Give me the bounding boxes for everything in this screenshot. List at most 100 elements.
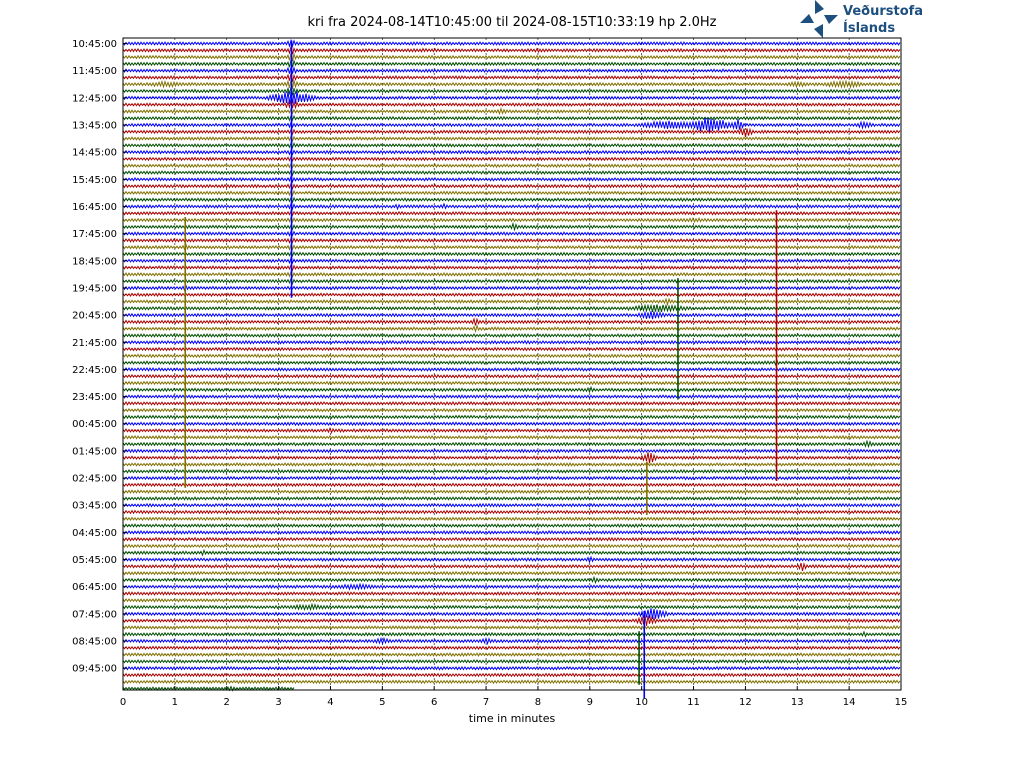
trace-row (122, 658, 901, 664)
chart-title: kri fra 2024-08-14T10:45:00 til 2024-08-… (307, 15, 716, 30)
trace-row (122, 182, 901, 191)
trace-row (122, 263, 901, 272)
trace-row (122, 615, 901, 626)
trace-row (122, 602, 901, 612)
trace-row (122, 324, 901, 334)
trace-row (122, 215, 901, 224)
trace-row (122, 529, 901, 535)
y-tick-label: 05:45:00 (72, 555, 117, 566)
x-tick-label: 1 (172, 697, 178, 708)
trace-row (122, 59, 901, 68)
trace-row (122, 414, 901, 420)
logo-line-2: Íslands (843, 20, 895, 36)
y-tick-label: 17:45:00 (72, 229, 117, 240)
trace-row (122, 169, 901, 177)
x-tick-label: 11 (687, 697, 700, 708)
trace-row (122, 645, 901, 651)
x-tick-label: 14 (843, 697, 856, 708)
y-tick-label: 12:45:00 (72, 93, 117, 104)
vedurstofa-logo: Veðurstofa Íslands (800, 0, 923, 38)
trace-row (122, 536, 901, 542)
y-tick-label: 21:45:00 (72, 338, 117, 349)
seismic-traces (122, 38, 901, 699)
trace-row (122, 509, 901, 515)
trace-row (122, 73, 901, 82)
trace-row (122, 597, 901, 603)
trace-row (122, 237, 901, 244)
trace-row (122, 196, 901, 204)
trace-row (122, 66, 901, 75)
trace-row (122, 672, 901, 678)
trace-row (122, 679, 901, 685)
trace-row (122, 107, 901, 116)
trace-row (122, 543, 901, 549)
x-tick-label: 10 (635, 697, 648, 708)
trace-row (122, 358, 901, 367)
trace-row (122, 117, 901, 133)
trace-row (122, 277, 901, 286)
y-tick-label: 19:45:00 (72, 283, 117, 294)
y-tick-label: 14:45:00 (72, 148, 117, 159)
trace-row (122, 46, 901, 55)
trace-row (122, 134, 901, 143)
y-tick-label: 23:45:00 (72, 392, 117, 403)
trace-row (122, 523, 901, 529)
trace-row (122, 591, 901, 596)
trace-row (122, 582, 901, 591)
x-tick-label: 4 (327, 697, 333, 708)
trace-row (122, 625, 901, 630)
trace-row (122, 38, 901, 48)
trace-row (122, 608, 901, 619)
trace-row (122, 385, 901, 394)
x-tick-label: 12 (739, 697, 752, 708)
trace-row (122, 333, 901, 338)
trace-row (122, 52, 901, 62)
trace-row (122, 636, 901, 646)
trace-row (122, 502, 901, 508)
y-tick-label: 08:45:00 (72, 637, 117, 648)
y-tick-label: 11:45:00 (72, 66, 117, 77)
y-tick-label: 16:45:00 (72, 202, 117, 213)
trace-row (122, 297, 901, 307)
trace-row (122, 339, 901, 345)
y-tick-label: 13:45:00 (72, 120, 117, 131)
y-tick-label: 00:45:00 (72, 419, 117, 430)
trace-row (122, 256, 901, 265)
x-tick-label: 0 (120, 697, 126, 708)
trace-row (122, 292, 901, 298)
trace-row (122, 630, 901, 638)
x-tick-label: 5 (379, 697, 385, 708)
y-tick-label: 10:45:00 (72, 39, 117, 50)
trace-row (122, 86, 901, 96)
trace-row (122, 303, 901, 313)
x-axis-label: time in minutes (469, 712, 556, 725)
trace-row (122, 367, 901, 372)
trace-row (122, 548, 901, 557)
trace-row (122, 426, 901, 434)
x-tick-label: 6 (431, 697, 437, 708)
y-tick-label: 04:45:00 (72, 528, 117, 539)
trace-row (122, 575, 901, 585)
trace-row (122, 79, 901, 89)
y-tick-label: 20:45:00 (72, 311, 117, 322)
trace-row (122, 482, 901, 488)
trace-row (122, 310, 901, 320)
x-tick-label: 2 (224, 697, 230, 708)
trace-row (122, 475, 901, 481)
trace-row (122, 665, 901, 671)
trace-row (122, 141, 901, 150)
trace-row (122, 452, 901, 464)
y-tick-label: 22:45:00 (72, 365, 117, 376)
y-tick-label: 03:45:00 (72, 501, 117, 512)
helicorder-chart: kri fra 2024-08-14T10:45:00 til 2024-08-… (72, 0, 923, 725)
x-tick-label: 7 (483, 697, 489, 708)
x-tick-label: 15 (895, 697, 908, 708)
y-tick-label: 18:45:00 (72, 256, 117, 267)
trace-row (122, 270, 901, 279)
trace-row (122, 495, 901, 501)
trace-row (122, 162, 901, 169)
x-tick-label: 3 (275, 697, 281, 708)
trace-row (122, 229, 901, 237)
trace-row (122, 400, 901, 406)
trace-row (122, 202, 901, 211)
